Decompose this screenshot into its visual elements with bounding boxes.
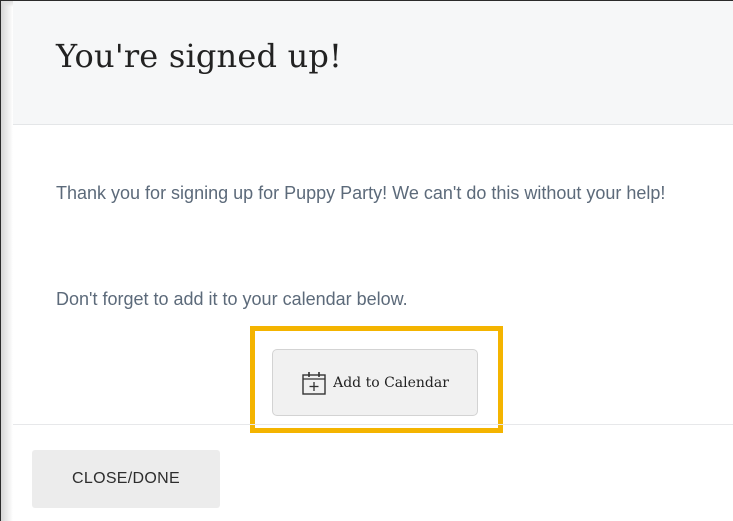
dialog-shadow-left [1, 1, 13, 521]
add-to-calendar-label: Add to Calendar [333, 374, 449, 391]
signup-confirmation-dialog: You're signed up! Thank you for signing … [0, 0, 733, 521]
calendar-reminder-text: Don't forget to add it to your calendar … [56, 289, 408, 309]
thank-you-message: Thank you for signing up for Puppy Party… [56, 183, 666, 203]
calendar-add-icon [301, 370, 327, 396]
add-to-calendar-button[interactable]: Add to Calendar [272, 349, 478, 416]
dialog-title: You're signed up! [56, 37, 343, 75]
dialog-header: You're signed up! [13, 1, 733, 125]
footer-divider [13, 424, 733, 425]
close-done-button[interactable]: CLOSE/DONE [32, 450, 220, 508]
